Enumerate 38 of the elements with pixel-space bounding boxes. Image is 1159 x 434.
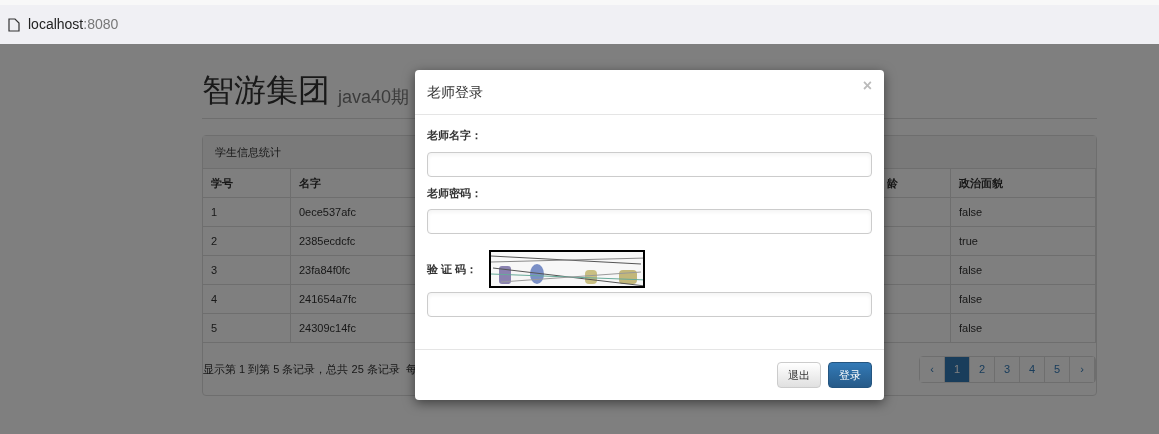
- page-button[interactable]: 1: [945, 356, 970, 382]
- page-button[interactable]: ‹: [920, 356, 945, 382]
- page-subtitle: java40期: [338, 88, 410, 106]
- close-button[interactable]: ×: [862, 78, 872, 94]
- table-cell-text: 1: [211, 204, 218, 220]
- exit-button[interactable]: 退出: [777, 362, 821, 388]
- input-field[interactable]: [427, 292, 872, 317]
- table-cell-text: 23fa84f0fc: [299, 262, 351, 278]
- login-button[interactable]: 登录: [828, 362, 872, 388]
- table-cell-text: false: [959, 320, 983, 336]
- table-cell-text: 24309c14fc: [299, 320, 356, 336]
- dialog-title: 老师登录: [427, 82, 483, 102]
- table-cell-text: 241654a7fc: [299, 291, 357, 307]
- field-label: 验 证 码：: [427, 261, 478, 277]
- table-cell-text: false: [959, 291, 983, 307]
- column-header: 龄: [887, 175, 898, 191]
- column-header: 学号: [211, 175, 233, 191]
- table-cell-text: false: [959, 262, 983, 278]
- input-field[interactable]: [427, 151, 872, 177]
- field-label: 老师名字：: [427, 128, 483, 143]
- input-field[interactable]: [427, 209, 872, 234]
- page-title: 智游集团: [202, 74, 330, 106]
- field-label: 老师密码：: [427, 185, 483, 201]
- table-cell-text: false: [959, 204, 983, 220]
- table-cell-text: 4: [211, 291, 218, 307]
- table-cell-text: 2385ecdcfc: [299, 233, 356, 249]
- page-icon: [8, 17, 20, 32]
- records-summary: 显示第 1 到第 5 条记录，总共 25 条记录 每: [203, 361, 417, 377]
- column-header: 政治面貌: [959, 175, 1003, 191]
- table-cell-text: 2: [211, 233, 218, 249]
- panel-title: 学生信息统计: [215, 144, 281, 160]
- table-cell-text: 3: [211, 262, 218, 278]
- address-bar[interactable]: localhost:8080: [0, 0, 1159, 44]
- table-cell-text: 5: [211, 320, 218, 336]
- url-text: localhost:8080: [28, 15, 119, 34]
- column-header: 名字: [299, 175, 321, 191]
- table-cell-text: 0ece537afc: [299, 204, 356, 220]
- table-cell-text: true: [959, 233, 978, 249]
